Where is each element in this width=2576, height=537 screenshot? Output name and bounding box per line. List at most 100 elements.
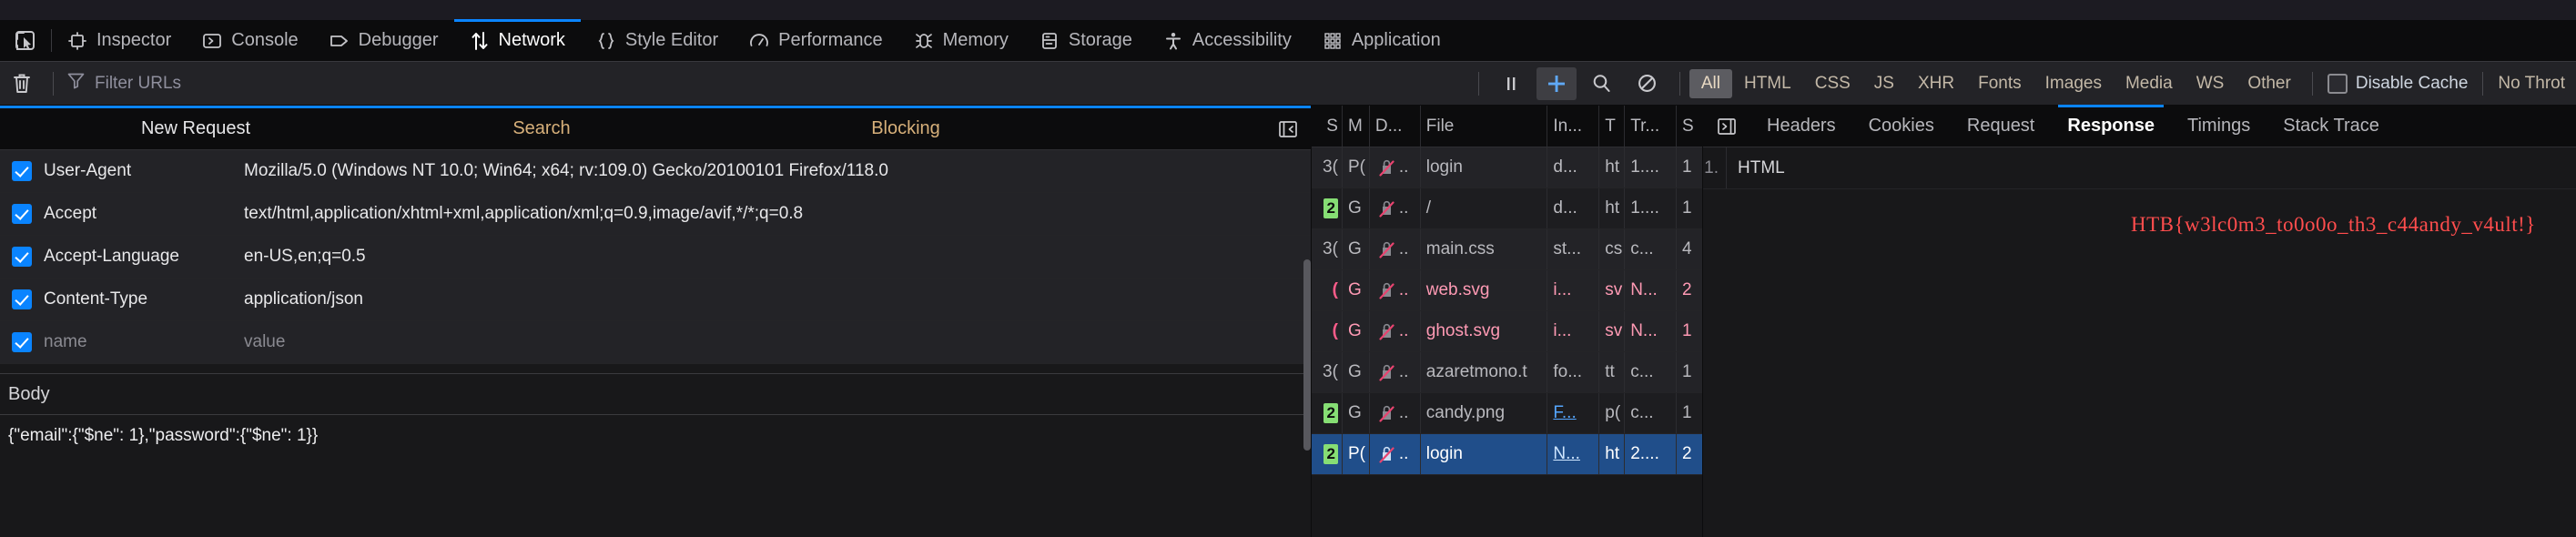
cell-type: sv — [1599, 311, 1626, 351]
header-name[interactable]: Content-Type — [44, 289, 244, 309]
filter-js[interactable]: JS — [1862, 69, 1906, 98]
header-enabled-checkbox[interactable] — [0, 247, 44, 267]
header-value[interactable]: Mozilla/5.0 (Windows NT 10.0; Win64; x64… — [244, 161, 1311, 181]
table-row[interactable]: 2 G .. candy.png F... p( c... 1 — [1312, 393, 1702, 434]
tab-performance[interactable]: Performance — [734, 20, 898, 61]
collapse-panel-icon[interactable] — [1278, 119, 1298, 139]
header-enabled-checkbox[interactable] — [0, 289, 44, 309]
tab-inspector[interactable]: Inspector — [52, 20, 187, 61]
column-header-size[interactable]: S — [1677, 106, 1702, 147]
filter-other[interactable]: Other — [2236, 69, 2303, 98]
cell-method: P( — [1343, 147, 1370, 187]
header-row[interactable]: Accept-Language en-US,en;q=0.5 — [0, 236, 1311, 279]
tab-stack-trace[interactable]: Stack Trace — [2267, 106, 2396, 147]
column-header-status[interactable]: S — [1312, 106, 1343, 147]
filter-fonts[interactable]: Fonts — [1966, 69, 2033, 98]
header-name[interactable]: Accept — [44, 204, 244, 224]
block-button[interactable] — [1628, 67, 1668, 100]
devtools-tabbar: Inspector Console Debugger Network Style… — [0, 19, 2576, 62]
tab-style-editor[interactable]: Style Editor — [581, 20, 734, 61]
tab-accessibility[interactable]: Accessibility — [1148, 20, 1307, 61]
tab-cookies[interactable]: Cookies — [1852, 106, 1951, 147]
checkbox-checked-icon — [12, 289, 32, 309]
column-header-file[interactable]: File — [1421, 106, 1548, 147]
filter-css[interactable]: CSS — [1803, 69, 1862, 98]
expand-panel-icon[interactable] — [1703, 106, 1750, 147]
response-line-text[interactable]: HTML — [1727, 158, 1785, 178]
scrollbar-thumb[interactable] — [1303, 259, 1311, 451]
checkbox-checked-icon — [12, 204, 32, 224]
column-header-initiator[interactable]: In... — [1547, 106, 1600, 147]
network-toolbar-right: All HTML CSS JS XHR Fonts Images Media W… — [1469, 66, 2576, 100]
disable-cache-label: Disable Cache — [2355, 73, 2469, 93]
table-row[interactable]: 3( G .. azaretmono.t fo... tt c... 1 — [1312, 352, 1702, 393]
filter-all[interactable]: All — [1689, 68, 1732, 98]
header-row[interactable]: User-Agent Mozilla/5.0 (Windows NT 10.0;… — [0, 150, 1311, 193]
tab-application[interactable]: Application — [1307, 20, 1456, 61]
trash-icon[interactable] — [0, 72, 44, 96]
domain-text: .. — [1398, 157, 1409, 177]
domain-text: .. — [1398, 362, 1409, 381]
table-row[interactable]: ( G .. web.svg i... sv N... 2 — [1312, 270, 1702, 311]
table-row[interactable]: 3( G .. main.css st... cs c... 4 — [1312, 229, 1702, 270]
column-header-type[interactable]: T — [1599, 106, 1626, 147]
body-textarea[interactable]: {"email":{"$ne": 1},"password":{"$ne": 1… — [0, 415, 1311, 537]
cell-domain: .. — [1370, 393, 1421, 433]
header-row-empty[interactable]: name value — [0, 321, 1311, 364]
tab-memory[interactable]: Memory — [898, 20, 1024, 61]
initiator-link[interactable]: N... — [1553, 444, 1580, 464]
plus-icon — [1547, 75, 1565, 92]
header-enabled-checkbox[interactable] — [0, 204, 44, 224]
header-value-placeholder[interactable]: value — [244, 332, 1311, 352]
tab-network[interactable]: Network — [453, 19, 582, 61]
initiator-link[interactable]: F... — [1553, 403, 1576, 423]
cell-transferred: 1.... — [1625, 188, 1678, 228]
header-name[interactable]: User-Agent — [44, 161, 244, 181]
pause-button[interactable] — [1491, 67, 1531, 100]
header-value[interactable]: application/json — [244, 289, 1311, 309]
tab-response[interactable]: Response — [2051, 105, 2171, 147]
filter-images[interactable]: Images — [2033, 69, 2114, 98]
tab-console-label: Console — [231, 30, 299, 50]
header-enabled-checkbox[interactable] — [0, 332, 44, 352]
checkbox-checked-icon — [12, 332, 32, 352]
panel-scrollbar[interactable] — [1303, 150, 1311, 537]
table-row[interactable]: 3( P( .. login d... ht 1.... 1 — [1312, 147, 1702, 188]
new-request-button[interactable] — [1536, 66, 1577, 100]
column-header-method[interactable]: M — [1343, 106, 1370, 147]
table-row[interactable]: 2 G .. / d... ht 1.... 1 — [1312, 188, 1702, 229]
throttling-dropdown[interactable]: No Throt — [2492, 74, 2571, 94]
search-button[interactable] — [1582, 67, 1622, 100]
tab-request[interactable]: Request — [1951, 106, 2052, 147]
status-badge: 3( — [1323, 157, 1338, 177]
cell-transferred: 1.... — [1625, 147, 1678, 187]
element-picker-icon[interactable] — [0, 20, 51, 61]
filter-html[interactable]: HTML — [1732, 69, 1803, 98]
tab-headers[interactable]: Headers — [1750, 106, 1852, 147]
header-row[interactable]: Content-Type application/json — [0, 279, 1311, 321]
tab-storage[interactable]: Storage — [1024, 20, 1148, 61]
filter-xhr[interactable]: XHR — [1906, 69, 1966, 98]
header-enabled-checkbox[interactable] — [0, 161, 44, 181]
cell-status: ( — [1312, 270, 1343, 310]
header-value[interactable]: en-US,en;q=0.5 — [244, 247, 1311, 267]
tab-console[interactable]: Console — [187, 20, 313, 61]
header-name[interactable]: Accept-Language — [44, 247, 244, 267]
header-value[interactable]: text/html,application/xhtml+xml,applicat… — [244, 204, 1311, 224]
header-row[interactable]: Accept text/html,application/xhtml+xml,a… — [0, 193, 1311, 236]
blocking-column-header[interactable]: Blocking — [692, 118, 1120, 139]
header-name-placeholder[interactable]: name — [44, 332, 244, 352]
cell-domain: .. — [1370, 229, 1421, 269]
filter-ws[interactable]: WS — [2185, 69, 2236, 98]
disable-cache-checkbox[interactable]: Disable Cache — [2322, 73, 2474, 94]
search-input[interactable]: Filter URLs — [63, 69, 1469, 98]
filter-media[interactable]: Media — [2114, 69, 2185, 98]
tab-debugger[interactable]: Debugger — [314, 20, 454, 61]
tab-timings[interactable]: Timings — [2171, 106, 2267, 147]
column-header-domain[interactable]: D... — [1370, 106, 1421, 147]
table-row[interactable]: ( G .. ghost.svg i... sv N... 1 — [1312, 311, 1702, 352]
cell-domain: .. — [1370, 434, 1421, 474]
search-column-header[interactable]: Search — [391, 118, 692, 139]
table-row[interactable]: 2 P( .. login N... ht 2.... 2 — [1312, 434, 1702, 475]
column-header-transferred[interactable]: Tr... — [1625, 106, 1678, 147]
